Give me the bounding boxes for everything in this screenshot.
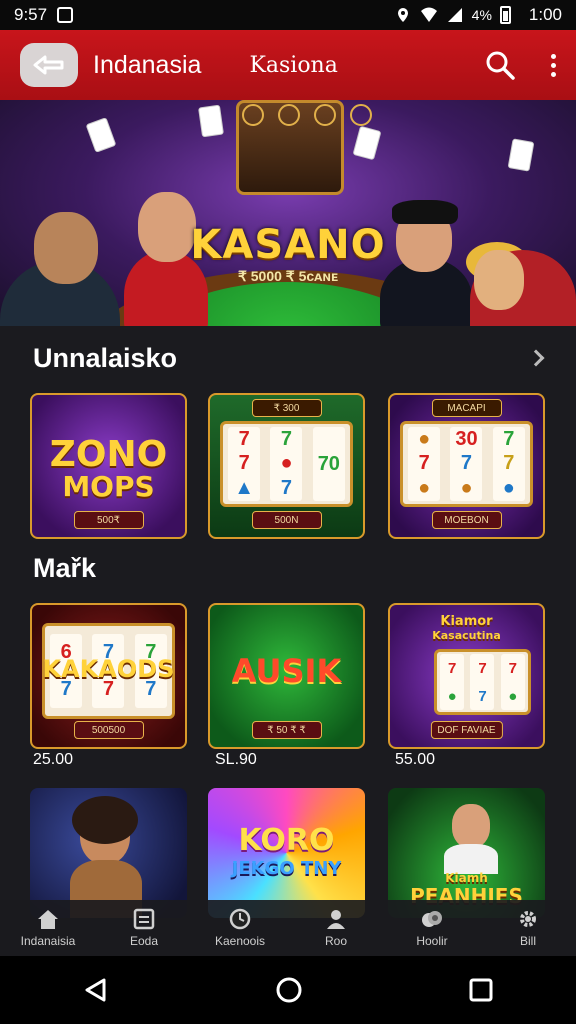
- nav-item-person[interactable]: Roo: [291, 908, 381, 948]
- clock-icon: [229, 908, 251, 930]
- grid-icon: [133, 908, 155, 930]
- status-icons: 4% 1:00: [394, 5, 562, 25]
- character-body: [444, 844, 498, 874]
- recents-square-icon[interactable]: [468, 977, 494, 1003]
- dealer-hat: [392, 200, 458, 224]
- game-title-line1: Kiamor: [440, 614, 493, 629]
- chips-icon: [422, 911, 442, 927]
- game-tag: 500₹: [73, 511, 144, 529]
- banner-lights: [242, 104, 372, 126]
- app-bar: Indanasia Kasiona: [0, 30, 576, 100]
- status-bar: 9:57 4% 1:00: [0, 0, 576, 30]
- game-title-line1: KORO: [238, 823, 335, 858]
- banner-subtitle: ₹ 5000 ₹ 5ᴄᴀɴᴇ: [237, 268, 339, 284]
- search-icon[interactable]: [485, 50, 515, 80]
- nav-item-home[interactable]: Indanaisia: [3, 908, 93, 948]
- nav-label: Roo: [324, 934, 347, 948]
- slot-reels: 7 7 ▲ 7 ● 7 70: [220, 421, 353, 507]
- game-title-line2: JEKGO TNY: [231, 858, 342, 879]
- bottom-navigation: Indanaisia Eoda Kaenoois Roo Hoolir Bill: [0, 900, 576, 956]
- character-hair: [72, 796, 138, 844]
- game-tile[interactable]: MACAPI ● 7 ● 30 7 ● 7 7 ● MOEBON: [388, 393, 545, 539]
- game-title-line2: Kasacutina: [432, 629, 501, 642]
- chevron-right-icon[interactable]: [527, 349, 545, 367]
- game-price: 55.00: [395, 751, 436, 768]
- game-tile[interactable]: KORO JEKGO TNY: [208, 788, 365, 918]
- location-icon: [397, 8, 408, 22]
- status-time: 9:57: [14, 5, 48, 24]
- signal-icon: [447, 8, 462, 22]
- game-title-line1: Kiamh: [445, 871, 488, 885]
- more-options-icon[interactable]: [551, 53, 556, 77]
- game-title: KAKAODS: [42, 655, 175, 683]
- game-tag: 500500: [73, 721, 144, 739]
- game-tile[interactable]: Kiamh PEANHIES: [388, 788, 545, 918]
- hero-banner[interactable]: KASANO ₹ 5000 ₹ 5ᴄᴀɴᴇ: [0, 100, 576, 326]
- gear-icon: [520, 911, 536, 927]
- game-tag: MOEBON: [431, 511, 502, 529]
- playing-card: [198, 104, 224, 138]
- nav-label: Bill: [519, 934, 536, 948]
- nav-item-chips[interactable]: Hoolir: [387, 908, 477, 948]
- app-title: Indanasia: [93, 50, 202, 79]
- game-tile[interactable]: Kiamor Kasacutina 7 ● 77 7 ● DOF FAVIAE: [388, 603, 545, 749]
- game-top-tag: ₹ 300: [251, 399, 322, 417]
- section-title: Unnalaisko: [33, 343, 178, 373]
- app-screen: 9:57 4% 1:00 Indanasia Kasiona KASANO ₹ …: [0, 0, 576, 1024]
- banner-title: KASANO: [190, 222, 386, 268]
- notification-icon: [57, 7, 74, 23]
- back-button[interactable]: [20, 43, 78, 87]
- game-title-line2: MOPS: [62, 470, 155, 503]
- slot-reels: ● 7 ● 30 7 ● 7 7 ●: [400, 421, 533, 507]
- game-tile[interactable]: [30, 788, 187, 918]
- battery-icon: [499, 6, 511, 24]
- nav-item-clock[interactable]: Kaenoois: [195, 908, 285, 948]
- nav-label: Hoolir: [416, 934, 448, 948]
- back-arrow-icon: [33, 55, 64, 75]
- game-tile[interactable]: 67 77 77 KAKAODS 500500: [30, 603, 187, 749]
- app-subtitle: Kasiona: [249, 52, 338, 78]
- home-circle-icon[interactable]: [274, 975, 304, 1005]
- game-tag: ₹ 50 ₹ ₹: [251, 721, 322, 739]
- game-title: AUSIK: [231, 652, 342, 690]
- system-navigation-bar: [0, 956, 576, 1024]
- game-tag: DOF FAVIAE: [430, 721, 503, 739]
- nav-item-grid[interactable]: Eoda: [99, 908, 189, 948]
- wifi-icon: [420, 7, 437, 22]
- person-icon: [327, 910, 345, 929]
- game-top-tag: MACAPI: [431, 399, 502, 417]
- battery-percent: 4%: [471, 7, 492, 23]
- game-price: SL.90: [215, 751, 257, 768]
- playing-card: [85, 117, 117, 153]
- nav-label: Eoda: [129, 934, 159, 948]
- character-figure: [452, 804, 490, 848]
- back-triangle-icon[interactable]: [82, 976, 110, 1004]
- section-title: Mařk: [33, 553, 97, 583]
- playing-card: [507, 138, 535, 172]
- game-tag: 500N: [251, 511, 322, 529]
- app-bar-actions: [485, 50, 556, 80]
- home-icon: [38, 910, 58, 929]
- game-title-line1: ZONO: [49, 434, 168, 475]
- game-price: 25.00: [33, 751, 74, 768]
- game-tile[interactable]: AUSIK ₹ 50 ₹ ₹: [208, 603, 365, 749]
- game-tile[interactable]: ZONO MOPS 500₹: [30, 393, 187, 539]
- nav-label: Indanaisia: [20, 934, 76, 948]
- status-clock: 1:00: [528, 5, 562, 24]
- nav-item-settings[interactable]: Bill: [483, 908, 573, 948]
- playing-card: [352, 125, 382, 161]
- nav-label: Kaenoois: [214, 934, 266, 948]
- slot-reels: 7 ● 77 7 ●: [434, 649, 531, 715]
- game-tile[interactable]: ₹ 300 7 7 ▲ 7 ● 7 70 500N: [208, 393, 365, 539]
